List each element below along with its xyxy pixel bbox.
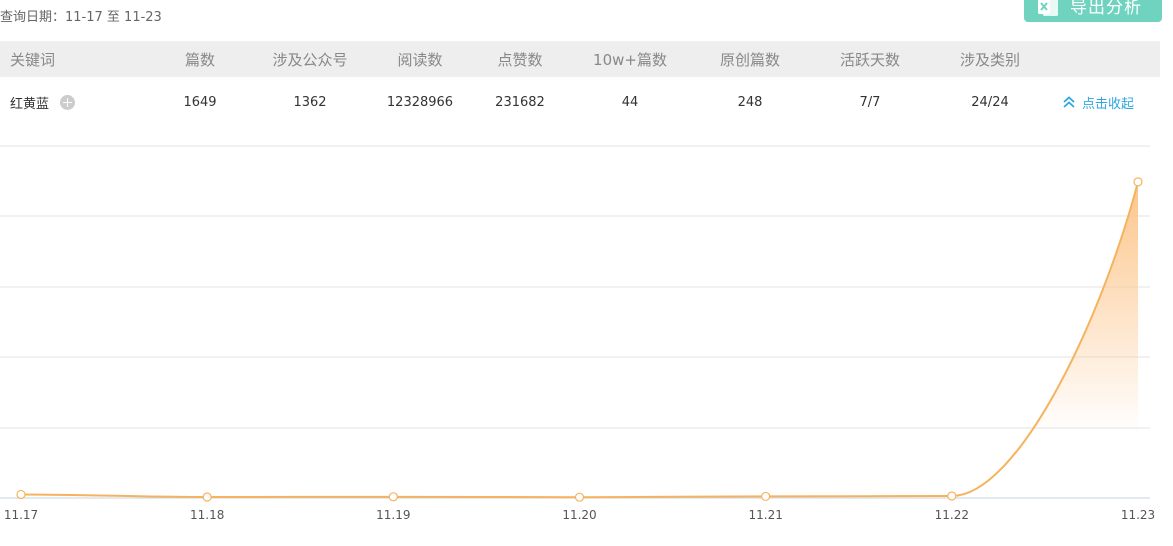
column-header-likes: 点赞数 xyxy=(497,50,543,69)
x-tick-label: 11.19 xyxy=(376,508,410,522)
query-date: 查询日期：11-17 至 11-23 xyxy=(0,6,162,25)
export-button-label: 导出分析 xyxy=(1070,0,1142,18)
x-tick-label: 11.20 xyxy=(562,508,596,522)
trend-chart: 11.17 11.18 11.19 11.20 11.21 11.22 11.23 xyxy=(0,145,1155,522)
column-header-keyword: 关键词 xyxy=(10,50,56,69)
series-line xyxy=(20,181,1139,499)
keyword-text: 红黄蓝 xyxy=(10,96,50,112)
series-area xyxy=(21,181,1138,498)
x-tick-label: 11.21 xyxy=(748,508,782,522)
data-point xyxy=(947,491,957,501)
collapse-label: 点击收起 xyxy=(1082,96,1135,112)
query-date-label: 查询日期： xyxy=(0,10,66,25)
accounts-cell: 1362 xyxy=(293,94,327,110)
column-header-active-days: 活跃天数 xyxy=(839,50,900,69)
plus-circle-icon[interactable] xyxy=(60,94,76,110)
table-row: 红黄蓝 1649 1362 12328966 231682 44 248 7/7… xyxy=(0,77,1160,127)
original-cell: 248 xyxy=(737,94,763,110)
x-tick-label: 11.17 xyxy=(4,508,38,522)
column-header-articles: 篇数 xyxy=(184,50,215,69)
column-header-viral: 10w+篇数 xyxy=(593,50,667,69)
x-tick-label: 11.23 xyxy=(1121,508,1155,522)
articles-cell: 1649 xyxy=(183,94,217,110)
data-point xyxy=(388,492,398,502)
data-point xyxy=(1133,177,1143,187)
collapse-toggle[interactable]: 点击收起 xyxy=(1062,77,1134,127)
query-date-range: 11-17 至 11-23 xyxy=(65,10,162,25)
reads-cell: 12328966 xyxy=(386,94,454,110)
export-analysis-button[interactable]: 导出分析 xyxy=(1024,0,1162,22)
collapse-link[interactable]: 点击收起 xyxy=(1062,93,1134,112)
data-point xyxy=(761,491,771,502)
column-header-reads: 阅读数 xyxy=(397,50,443,69)
column-header-original: 原创篇数 xyxy=(719,50,780,69)
data-point xyxy=(202,492,212,502)
table-header: 关键词 篇数 涉及公众号 阅读数 点赞数 10w+篇数 原创篇数 活跃天数 涉及… xyxy=(0,41,1160,77)
double-chevron-up-icon xyxy=(1063,96,1075,108)
column-header-categories: 涉及类别 xyxy=(959,50,1020,69)
x-tick-label: 11.22 xyxy=(935,508,969,522)
data-point xyxy=(574,492,585,502)
categories-cell: 24/24 xyxy=(971,94,1009,110)
keyword-cell: 红黄蓝 xyxy=(10,77,76,127)
excel-icon xyxy=(1036,0,1060,18)
data-point xyxy=(16,489,26,500)
active-days-cell: 7/7 xyxy=(859,94,881,110)
x-tick-label: 11.18 xyxy=(190,508,224,522)
viral-cell: 44 xyxy=(621,94,639,110)
likes-cell: 231682 xyxy=(495,94,545,110)
column-header-accounts: 涉及公众号 xyxy=(272,50,348,69)
